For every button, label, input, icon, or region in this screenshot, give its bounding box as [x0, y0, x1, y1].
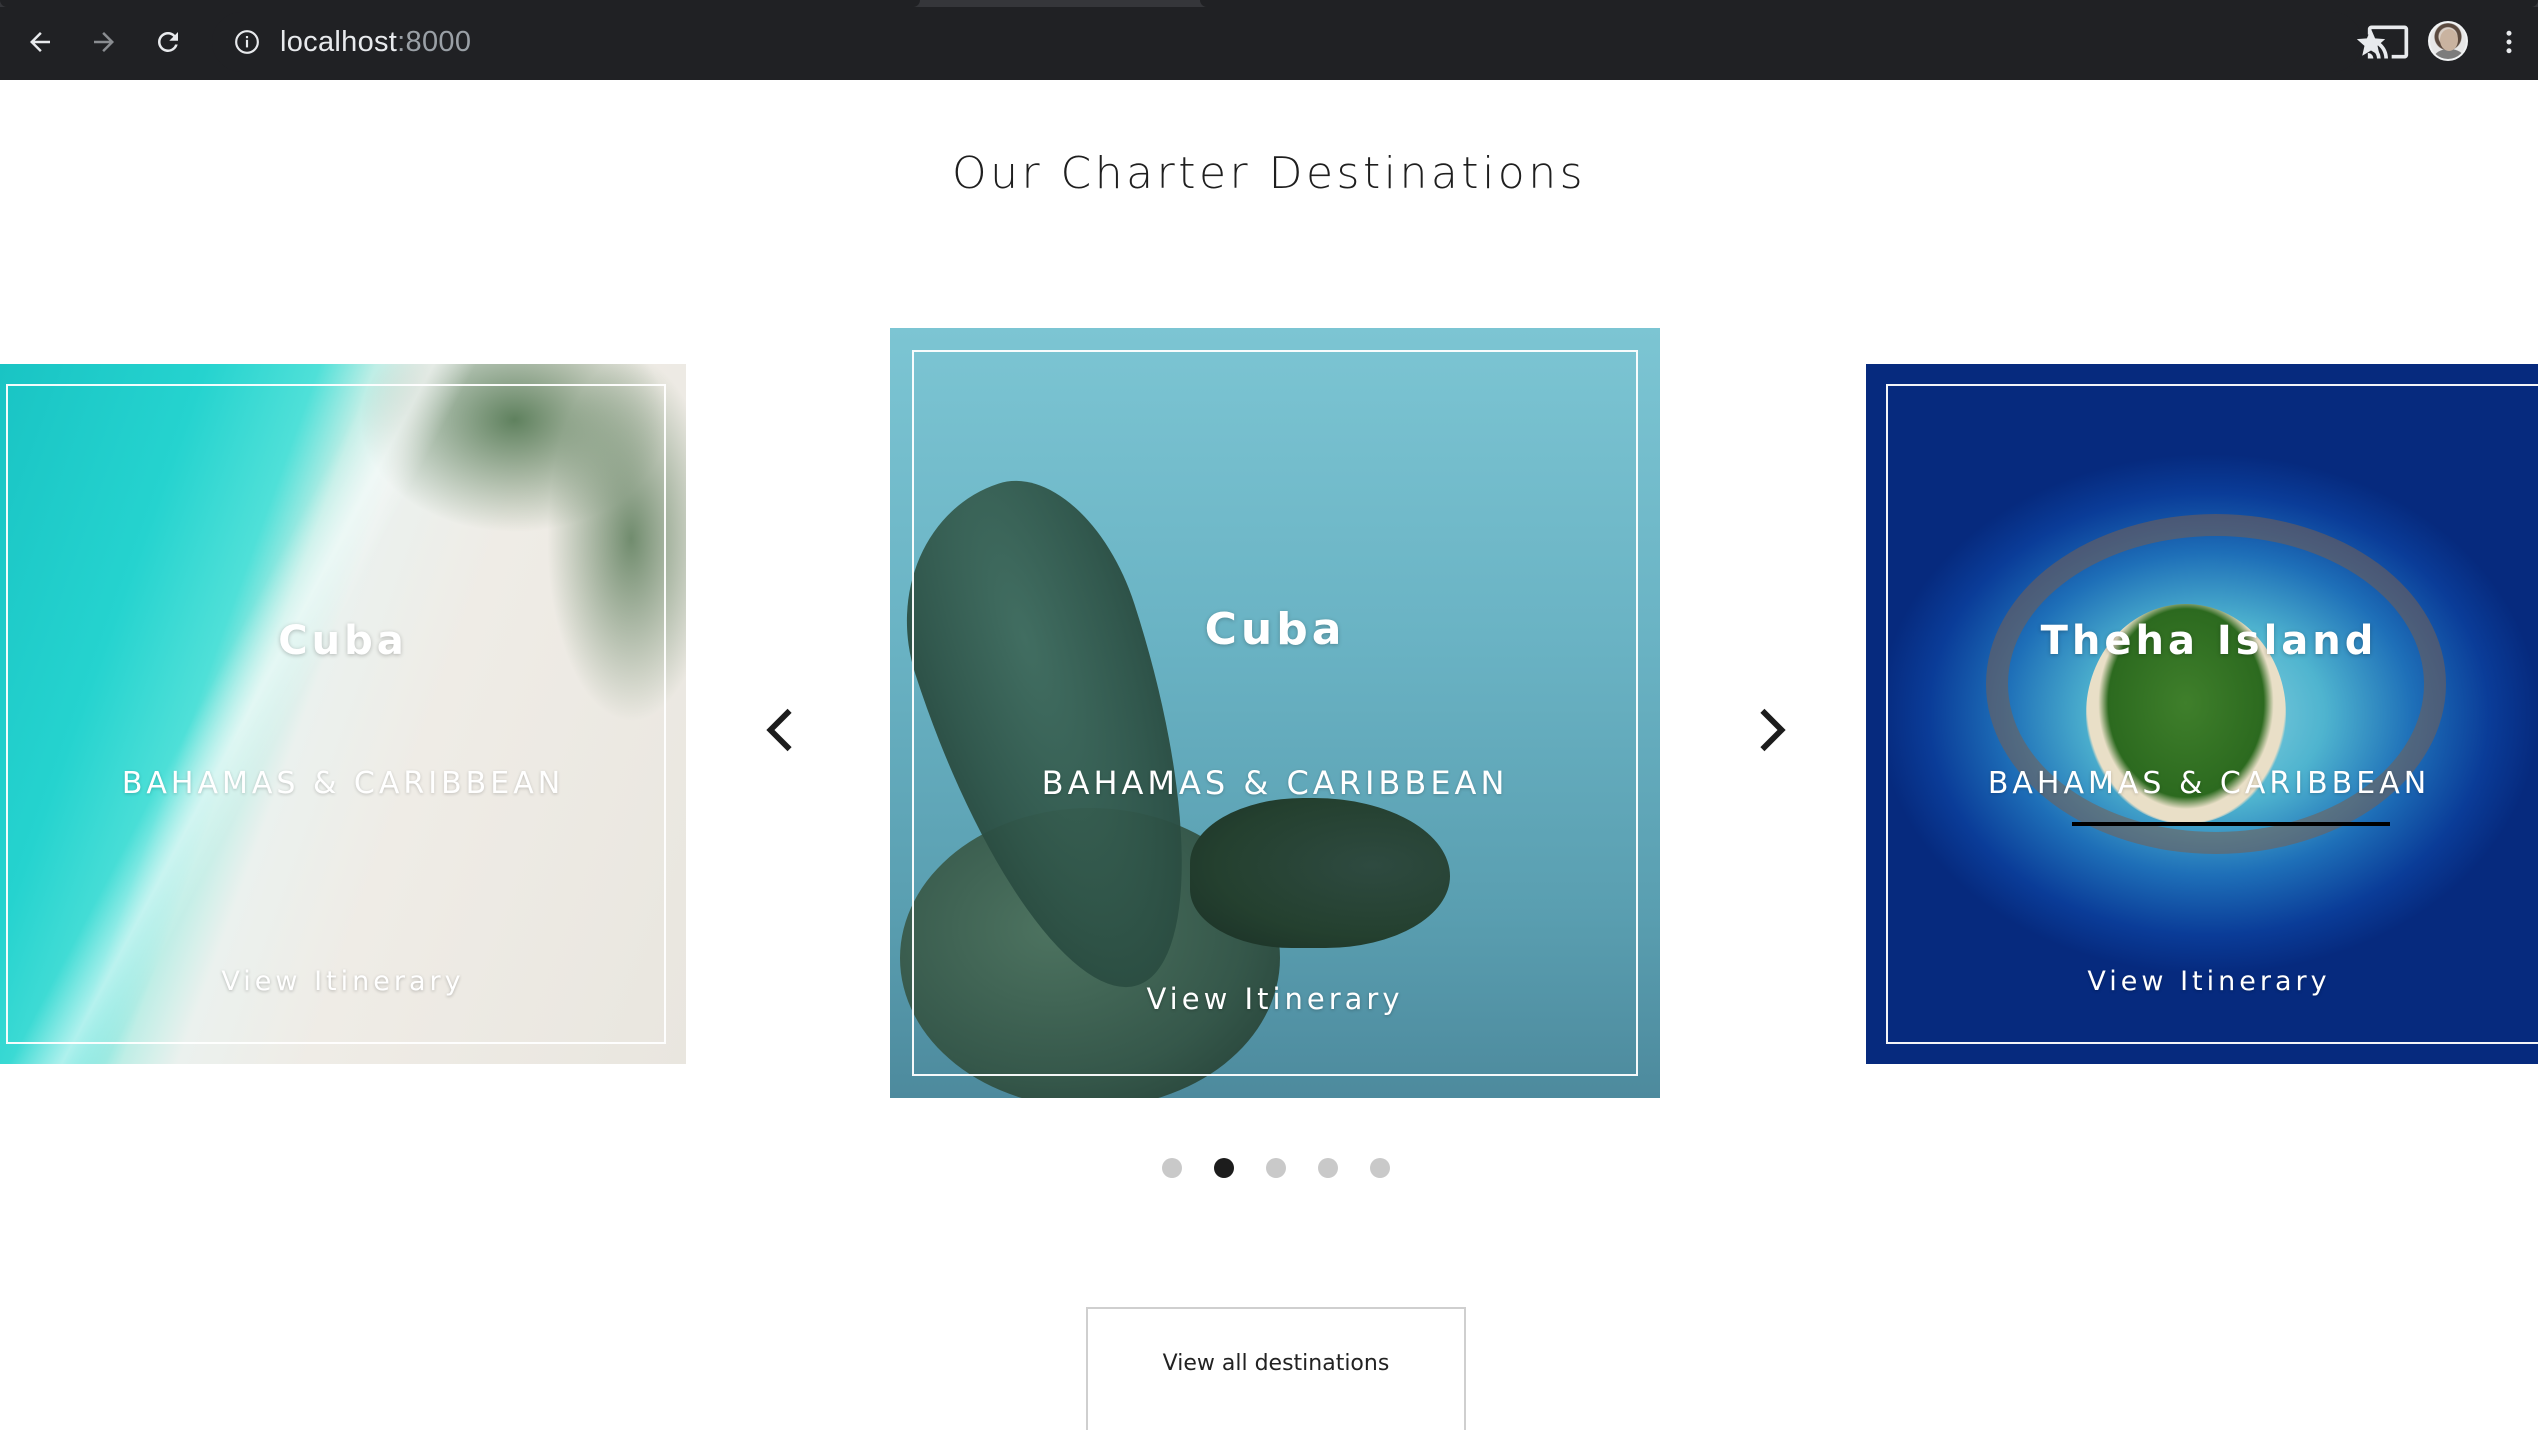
view-all-destinations-button[interactable]: View all destinations	[1086, 1307, 1466, 1430]
more-vert-icon[interactable]	[2494, 20, 2524, 64]
carousel-dot-5[interactable]	[1370, 1158, 1390, 1178]
destination-card-active[interactable]: Cuba BAHAMAS & CARIBBEAN View Itinerary	[890, 328, 1660, 1098]
page-content: Our Charter Destinations Cuba BAHAMAS & …	[0, 80, 2538, 1430]
browser-toolbar: localhost:8000	[0, 0, 2538, 80]
url-text[interactable]: localhost:8000	[280, 12, 471, 72]
card-region: BAHAMAS & CARIBBEAN	[1987, 766, 2431, 801]
carousel-prev-button[interactable]	[750, 700, 810, 760]
carousel-next-button[interactable]	[1742, 700, 1802, 760]
carousel-dot-1[interactable]	[1162, 1158, 1182, 1178]
card-city: Cuba	[1204, 604, 1346, 655]
destination-card-left[interactable]: Cuba BAHAMAS & CARIBBEAN View Itinerary	[0, 364, 686, 1064]
carousel-pagination	[1148, 1158, 1408, 1188]
address-bar[interactable]: localhost:8000	[212, 12, 2386, 72]
card-frame	[1886, 384, 2538, 1044]
reload-button[interactable]	[144, 18, 192, 66]
url-port: :8000	[397, 26, 472, 58]
arrow-left-icon	[30, 32, 50, 52]
hover-underline	[2072, 822, 2390, 826]
url-host: localhost	[280, 26, 398, 58]
view-itinerary-link[interactable]: View Itinerary	[1866, 966, 2538, 997]
card-region: BAHAMAS & CARIBBEAN	[1041, 764, 1509, 802]
arrow-right-icon	[94, 32, 114, 52]
reload-icon	[158, 32, 178, 52]
view-itinerary-link[interactable]: View Itinerary	[0, 966, 686, 997]
card-frame	[912, 350, 1638, 1076]
cast-icon[interactable]	[2366, 20, 2410, 64]
carousel-dot-3[interactable]	[1266, 1158, 1286, 1178]
chevron-right-icon	[1760, 708, 1786, 752]
info-icon[interactable]	[234, 29, 260, 55]
destination-card-right[interactable]: Theha Island BAHAMAS & CARIBBEAN View It…	[1866, 364, 2538, 1064]
forward-button[interactable]	[80, 18, 128, 66]
section-title: Our Charter Destinations	[951, 148, 1587, 199]
carousel-dot-2[interactable]	[1214, 1158, 1234, 1178]
tab-strip	[0, 0, 2538, 7]
back-button[interactable]	[16, 18, 64, 66]
carousel-dot-4[interactable]	[1318, 1158, 1338, 1178]
view-itinerary-link[interactable]: View Itinerary	[890, 982, 1660, 1016]
card-frame	[6, 384, 666, 1044]
card-city: Theha Island	[2040, 618, 2378, 664]
card-city: Cuba	[278, 618, 408, 664]
profile-avatar[interactable]	[2428, 21, 2468, 61]
chevron-left-icon	[766, 708, 792, 752]
card-region: BAHAMAS & CARIBBEAN	[121, 766, 565, 801]
view-all-label: View all destinations	[1162, 1351, 1390, 1376]
